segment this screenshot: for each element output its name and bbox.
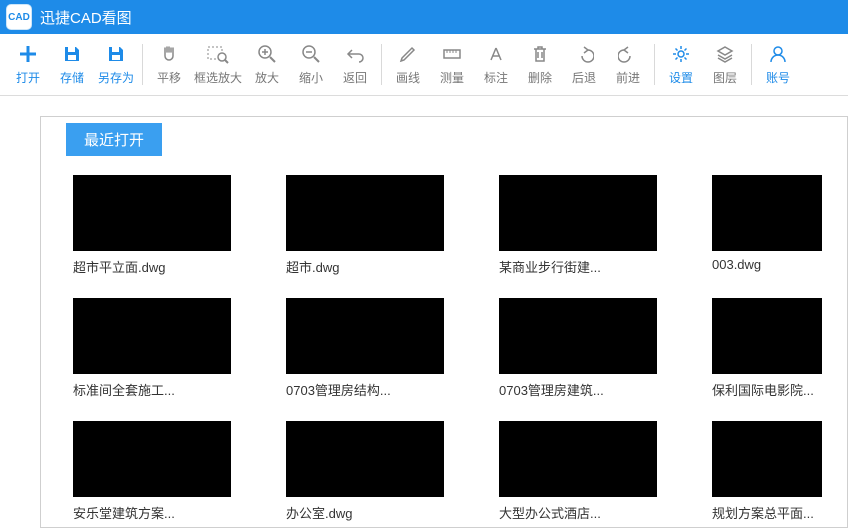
file-item[interactable]: 办公室.dwg xyxy=(286,421,481,522)
file-thumbnail[interactable] xyxy=(712,298,822,374)
open-button[interactable]: 打开 xyxy=(6,34,50,95)
undo-button[interactable]: 后退 xyxy=(562,34,606,95)
file-thumbnail[interactable] xyxy=(499,421,657,497)
file-thumbnail[interactable] xyxy=(712,421,822,497)
recent-panel: 最近打开 超市平立面.dwg 超市.dwg 某商业步行街建... 003.dwg 标准间… xyxy=(40,116,848,528)
file-item[interactable]: 超市平立面.dwg xyxy=(73,175,268,276)
file-thumbnail[interactable] xyxy=(286,421,444,497)
gear-icon xyxy=(670,43,692,65)
file-thumbnail[interactable] xyxy=(499,175,657,251)
file-name: 保利国际电影院... xyxy=(712,380,822,399)
pencil-icon xyxy=(397,43,419,65)
file-thumbnail[interactable] xyxy=(499,298,657,374)
file-item[interactable]: 超市.dwg xyxy=(286,175,481,276)
file-name: 超市.dwg xyxy=(286,257,444,276)
file-name: 规划方案总平面... xyxy=(712,503,822,522)
file-name: 超市平立面.dwg xyxy=(73,257,231,276)
user-icon xyxy=(767,43,789,65)
ruler-icon xyxy=(441,43,463,65)
app-logo-icon: CAD xyxy=(6,4,32,30)
file-name: 办公室.dwg xyxy=(286,503,444,522)
layers-button[interactable]: 图层 xyxy=(703,34,747,95)
file-item[interactable]: 0703管理房结构... xyxy=(286,298,481,399)
zoomin-button[interactable]: 放大 xyxy=(245,34,289,95)
file-name: 大型办公式酒店... xyxy=(499,503,657,522)
delete-button[interactable]: 删除 xyxy=(518,34,562,95)
text-icon xyxy=(485,43,507,65)
undo-icon xyxy=(573,43,595,65)
file-item[interactable]: 标准间全套施工... xyxy=(73,298,268,399)
file-thumbnail[interactable] xyxy=(712,175,822,251)
file-thumbnail[interactable] xyxy=(73,298,231,374)
box-zoom-button[interactable]: 框选放大 xyxy=(191,34,245,95)
account-button[interactable]: 账号 xyxy=(756,34,800,95)
file-thumbnail[interactable] xyxy=(73,175,231,251)
file-item[interactable]: 规划方案总平面... xyxy=(712,421,822,522)
measure-button[interactable]: 测量 xyxy=(430,34,474,95)
save-button[interactable]: 存储 xyxy=(50,34,94,95)
drawline-button[interactable]: 画线 xyxy=(386,34,430,95)
file-item[interactable]: 大型办公式酒店... xyxy=(499,421,694,522)
recent-grid: 超市平立面.dwg 超市.dwg 某商业步行街建... 003.dwg 标准间全套施工.… xyxy=(73,175,847,527)
zoomout-icon xyxy=(300,43,322,65)
settings-button[interactable]: 设置 xyxy=(659,34,703,95)
file-item[interactable]: 安乐堂建筑方案... xyxy=(73,421,268,522)
zoomout-button[interactable]: 缩小 xyxy=(289,34,333,95)
back-button[interactable]: 返回 xyxy=(333,34,377,95)
file-item[interactable]: 某商业步行街建... xyxy=(499,175,694,276)
plus-icon xyxy=(17,43,39,65)
saveas-button[interactable]: 另存为 xyxy=(94,34,138,95)
redo-icon xyxy=(617,43,639,65)
file-name: 标准间全套施工... xyxy=(73,380,231,399)
zoomin-icon xyxy=(256,43,278,65)
app-title: 迅捷CAD看图 xyxy=(40,7,132,28)
file-thumbnail[interactable] xyxy=(73,421,231,497)
file-name: 0703管理房建筑... xyxy=(499,380,657,399)
file-thumbnail[interactable] xyxy=(286,298,444,374)
file-item[interactable]: 保利国际电影院... xyxy=(712,298,822,399)
file-name: 安乐堂建筑方案... xyxy=(73,503,231,522)
file-name: 0703管理房结构... xyxy=(286,380,444,399)
redo-button[interactable]: 前进 xyxy=(606,34,650,95)
file-thumbnail[interactable] xyxy=(286,175,444,251)
layers-icon xyxy=(714,43,736,65)
box-zoom-icon xyxy=(207,43,229,65)
annotate-button[interactable]: 标注 xyxy=(474,34,518,95)
recent-tab[interactable]: 最近打开 xyxy=(66,123,162,156)
file-item[interactable]: 003.dwg xyxy=(712,175,822,276)
file-item[interactable]: 0703管理房建筑... xyxy=(499,298,694,399)
file-name: 某商业步行街建... xyxy=(499,257,657,276)
toolbar: 打开 存储 另存为 平移 框选放大 xyxy=(0,34,848,96)
content-area: 最近打开 超市平立面.dwg 超市.dwg 某商业步行街建... 003.dwg 标准间… xyxy=(0,96,848,528)
hand-icon xyxy=(158,43,180,65)
saveas-icon xyxy=(105,43,127,65)
file-name: 003.dwg xyxy=(712,257,822,272)
undo-arrow-icon xyxy=(344,43,366,65)
titlebar: CAD 迅捷CAD看图 xyxy=(0,0,848,34)
save-icon xyxy=(61,43,83,65)
trash-icon xyxy=(529,43,551,65)
pan-button[interactable]: 平移 xyxy=(147,34,191,95)
